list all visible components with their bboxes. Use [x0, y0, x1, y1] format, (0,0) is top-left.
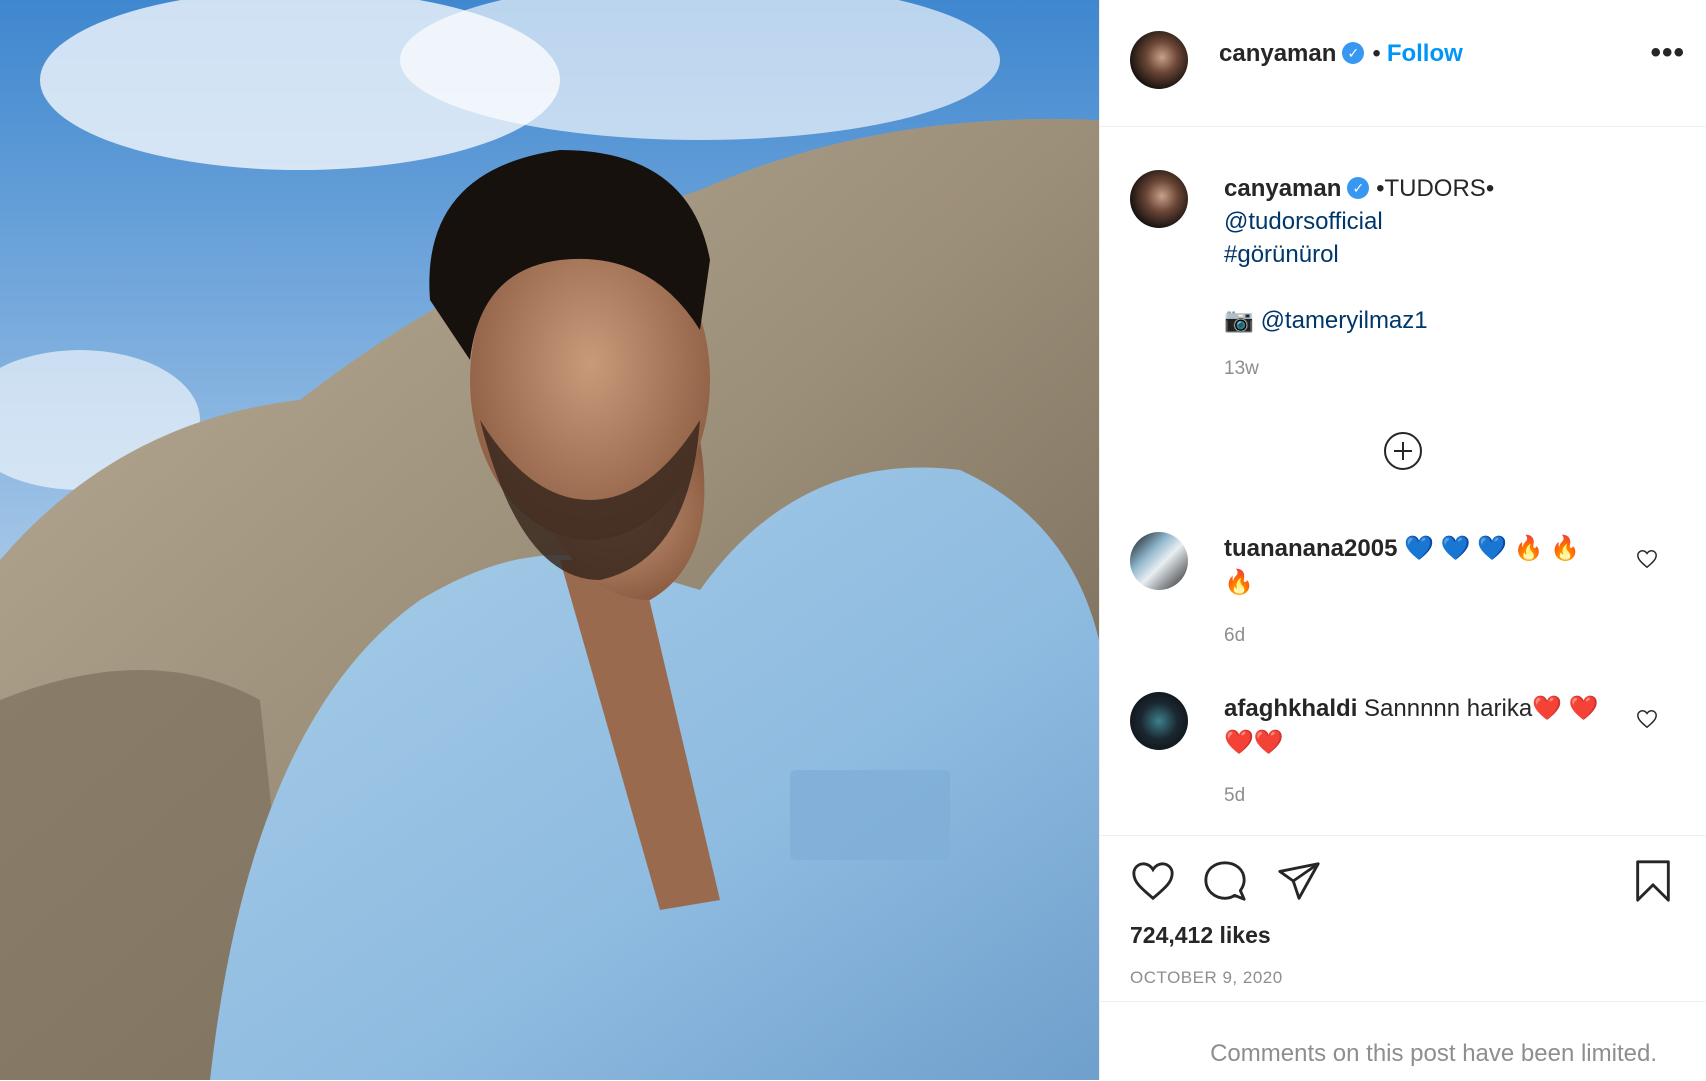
mention-link[interactable]: @tudorsofficial	[1224, 208, 1383, 235]
header-line: canyaman ✓ • Follow	[1219, 40, 1463, 68]
comment-icon[interactable]	[1202, 858, 1248, 904]
comment-like-heart-icon[interactable]	[1636, 708, 1658, 730]
caption-username[interactable]: canyaman	[1224, 175, 1341, 202]
post-actions: 724,412 likes OCTOBER 9, 2020 Comments o…	[1100, 835, 1706, 1081]
more-options-icon[interactable]: •••	[1650, 36, 1685, 70]
paper-plane-icon[interactable]	[1276, 858, 1322, 904]
verified-badge-icon: ✓	[1342, 41, 1365, 64]
comment-time[interactable]: 6d	[1224, 625, 1245, 647]
caption-avatar[interactable]	[1130, 170, 1188, 228]
comment-like-heart-icon[interactable]	[1636, 548, 1658, 570]
comment-username[interactable]: afaghkhaldi	[1224, 695, 1357, 722]
camera-icon: 📷	[1224, 307, 1254, 334]
likes-count[interactable]: 724,412 likes	[1130, 922, 1271, 949]
post-sidebar: canyaman ✓ • Follow ••• canyaman ✓ •TUDORS• …	[1099, 0, 1706, 1080]
comment-avatar[interactable]	[1130, 532, 1188, 590]
heart-icon[interactable]	[1130, 858, 1176, 904]
comment: afaghkhaldi Sannnnn harika❤️ ❤️❤️❤️	[1224, 692, 1614, 760]
caption: canyaman ✓ •TUDORS• @tudorsofficial #görü…	[1224, 172, 1684, 337]
follow-button[interactable]: Follow	[1387, 40, 1463, 67]
verified-badge-icon: ✓	[1347, 176, 1370, 199]
caption-title: •TUDORS•	[1376, 175, 1495, 202]
post-header: canyaman ✓ • Follow •••	[1100, 0, 1706, 127]
comment-username[interactable]: tuananana2005	[1224, 535, 1397, 562]
separator: •	[1372, 40, 1381, 67]
plus-circle-icon[interactable]	[1384, 432, 1422, 470]
header-username[interactable]: canyaman	[1219, 40, 1336, 67]
comments-limited-notice: Comments on this post have been limited.	[1100, 1001, 1706, 1081]
comment: tuananana2005 💙 💙 💙 🔥 🔥 🔥	[1224, 532, 1614, 600]
hashtag-link[interactable]: #görünürol	[1224, 241, 1339, 268]
caption-time[interactable]: 13w	[1224, 358, 1259, 380]
photographer-mention-link[interactable]: @tameryilmaz1	[1261, 307, 1428, 334]
comment-avatar[interactable]	[1130, 692, 1188, 750]
bookmark-icon[interactable]	[1630, 858, 1676, 904]
avatar[interactable]	[1130, 31, 1188, 89]
comment-time[interactable]: 5d	[1224, 785, 1245, 807]
post-photo[interactable]	[0, 0, 1099, 1080]
post-date[interactable]: OCTOBER 9, 2020	[1130, 968, 1283, 988]
